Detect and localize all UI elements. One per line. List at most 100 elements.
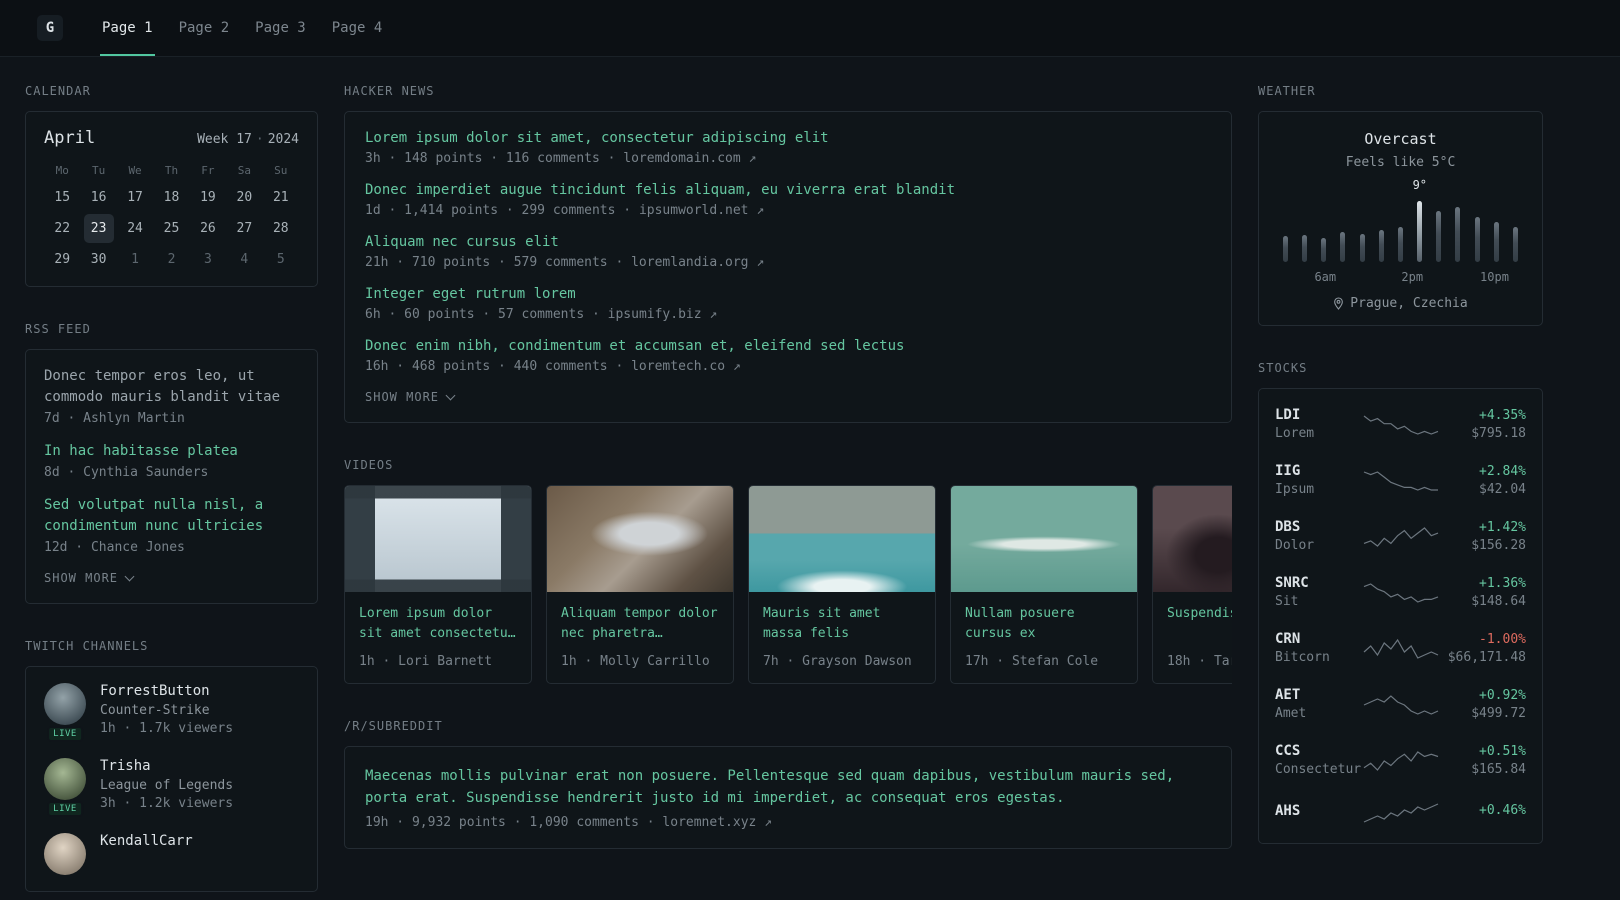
video-info: Lorem ipsum dolor sit amet consectetu… 1… (345, 592, 531, 683)
story-title[interactable]: Lorem ipsum dolor sit amet, consectetur … (365, 130, 1211, 146)
tab-page-2[interactable]: Page 2 (177, 0, 232, 56)
story-source-link[interactable]: ipsumworld.net ↗ (639, 203, 764, 218)
story-source-link[interactable]: loremtech.co ↗ (631, 359, 741, 374)
tab-page-3[interactable]: Page 3 (253, 0, 308, 56)
stock-sparkline (1363, 415, 1438, 435)
calendar-day: 4 (240, 252, 249, 267)
video-card[interactable]: Suspendisse diam 18h · Tara (1152, 485, 1232, 684)
stock-row[interactable]: AET Amet +0.92% $499.72 (1275, 676, 1526, 732)
hackernews-widget-label: HACKER NEWS (344, 84, 435, 98)
video-thumbnail[interactable] (951, 486, 1137, 592)
calendar-year: 2024 (267, 132, 299, 147)
tab-page-4[interactable]: Page 4 (330, 0, 385, 56)
subreddit-widget-label: /R/SUBREDDIT (344, 719, 443, 733)
video-thumbnail[interactable] (749, 486, 935, 592)
avatar (44, 833, 86, 875)
video-title[interactable]: Aliquam tempor dolor nec pharetra… (561, 604, 719, 644)
video-title[interactable]: Lorem ipsum dolor sit amet consectetu… (359, 604, 517, 644)
calendar-widget: CALENDAR April Week 17 · 2024 Mo Tu We Th Fr Sa… (25, 84, 318, 287)
hackernews-show-more-button[interactable]: SHOW MORE (365, 390, 456, 404)
stock-row[interactable]: AHS +0.46% (1275, 788, 1526, 836)
stock-row[interactable]: LDI Lorem +4.35% $795.18 (1275, 396, 1526, 452)
channel-name: KendallCarr (100, 833, 193, 849)
post-source-link[interactable]: loremnet.xyz ↗ (662, 815, 772, 830)
stock-change: -1.00% (1479, 631, 1526, 647)
story-source-link[interactable]: loremdomain.com ↗ (623, 151, 756, 166)
stock-values: +0.92% $499.72 (1440, 688, 1526, 721)
stock-sparkline (1363, 583, 1438, 603)
video-info: Suspendisse diam 18h · Tara (1153, 592, 1232, 683)
stock-price: $148.64 (1471, 593, 1526, 609)
video-thumbnail[interactable] (345, 486, 531, 592)
story-title[interactable]: Aliquam nec cursus elit (365, 234, 1211, 250)
videos-widget: VIDEOS Lorem ipsum dolor sit amet consec… (344, 458, 1232, 684)
stock-sparkline (1363, 695, 1438, 715)
calendar-day: 16 (90, 190, 107, 205)
post-title[interactable]: Maecenas mollis pulvinar erat non posuer… (365, 765, 1211, 809)
weather-feels-like: Feels like 5°C (1345, 155, 1456, 170)
story-source-link[interactable]: loremlandia.org ↗ (631, 255, 764, 270)
calendar-day: 22 (54, 221, 71, 236)
video-card[interactable]: Mauris sit amet massa felis 7h · Grayson… (748, 485, 936, 684)
rss-item-title[interactable]: In hac habitasse platea (44, 441, 299, 462)
calendar-week: Week 17 (197, 132, 252, 147)
stock-row[interactable]: CRN Bitcorn -1.00% $66,171.48 (1275, 620, 1526, 676)
weekday-label: Th (164, 164, 179, 177)
twitch-channel[interactable]: KendallCarr (44, 833, 299, 875)
story: Integer eget rutrum lorem 6h · 60 points… (365, 286, 1211, 322)
weekday-label: Sa (237, 164, 251, 177)
stock-row[interactable]: CCS Consectetur +0.51% $165.84 (1275, 732, 1526, 788)
live-badge: LIVE (47, 801, 83, 817)
stock-values: -1.00% $66,171.48 (1440, 631, 1526, 665)
video-card[interactable]: Nullam posuere cursus ex 17h · Stefan Co… (950, 485, 1138, 684)
story-meta-text: 6h · 60 points · 57 comments · (365, 307, 608, 322)
stock-ticker: IIG (1275, 463, 1301, 479)
twitch-channel[interactable]: LIVE Trisha League of Legends 3h · 1.2k … (44, 758, 299, 817)
rss-item-title[interactable]: Sed volutpat nulla nisl, a condimentum n… (44, 495, 299, 537)
twitch-widget: TWITCH CHANNELS LIVE ForrestButton Count… (25, 639, 318, 892)
left-column: CALENDAR April Week 17 · 2024 Mo Tu We Th Fr Sa… (25, 84, 318, 892)
video-title[interactable]: Suspendisse diam (1167, 604, 1232, 644)
weather-bar (1455, 206, 1461, 262)
stock-price: $795.18 (1471, 425, 1526, 441)
subreddit-card: Maecenas mollis pulvinar erat non posuer… (344, 746, 1232, 849)
tab-page-1[interactable]: Page 1 (100, 0, 155, 56)
video-card[interactable]: Lorem ipsum dolor sit amet consectetu… 1… (344, 485, 532, 684)
stock-name: Lorem (1275, 426, 1315, 441)
stock-values: +2.84% $42.04 (1440, 464, 1526, 497)
stock-row[interactable]: SNRC Sit +1.36% $148.64 (1275, 564, 1526, 620)
location-pin-icon (1334, 297, 1344, 310)
weather-temp-label: 9° (1412, 178, 1428, 192)
twitch-channel[interactable]: LIVE ForrestButton Counter-Strike 1h · 1… (44, 683, 299, 742)
story: Aliquam nec cursus elit 21h · 710 points… (365, 234, 1211, 270)
channel-meta: 3h · 1.2k viewers (100, 796, 234, 811)
channel-info: KendallCarr (100, 833, 193, 875)
video-card[interactable]: Aliquam tempor dolor nec pharetra… 1h · … (546, 485, 734, 684)
weekday-label: Tu (92, 164, 106, 177)
video-title[interactable]: Nullam posuere cursus ex (965, 604, 1123, 644)
weather-time-label: 2pm (1401, 270, 1424, 284)
video-title[interactable]: Mauris sit amet massa felis (763, 604, 921, 644)
weather-location: Prague, Czechia (1350, 296, 1468, 311)
stock-row[interactable]: DBS Dolor +1.42% $156.28 (1275, 508, 1526, 564)
video-thumbnail[interactable] (547, 486, 733, 592)
rss-show-more-button[interactable]: SHOW MORE (44, 571, 135, 585)
channel-category: League of Legends (100, 778, 234, 793)
stock-values: +1.42% $156.28 (1440, 520, 1526, 553)
rss-item-title[interactable]: Donec tempor eros leo, ut commodo mauris… (44, 366, 299, 408)
story-source-link[interactable]: ipsumify.biz ↗ (608, 307, 718, 322)
stock-row[interactable]: IIG Ipsum +2.84% $42.04 (1275, 452, 1526, 508)
stock-values: +0.51% $165.84 (1440, 744, 1526, 777)
calendar-day: 23 (83, 214, 114, 243)
stock-values: +1.36% $148.64 (1440, 576, 1526, 609)
video-thumbnail[interactable] (1153, 486, 1232, 592)
calendar-day: 25 (163, 221, 180, 236)
story-title[interactable]: Donec imperdiet augue tincidunt felis al… (365, 182, 1211, 198)
weather-widget: WEATHER Overcast Feels like 5°C 9° 6am 2p… (1258, 84, 1543, 326)
calendar-week-year: Week 17 · 2024 (197, 132, 299, 147)
story-title[interactable]: Donec enim nibh, condimentum et accumsan… (365, 338, 1211, 354)
story-title[interactable]: Integer eget rutrum lorem (365, 286, 1211, 302)
twitch-card: LIVE ForrestButton Counter-Strike 1h · 1… (25, 666, 318, 892)
calendar-day: 20 (236, 190, 253, 205)
weather-bar (1321, 237, 1327, 262)
